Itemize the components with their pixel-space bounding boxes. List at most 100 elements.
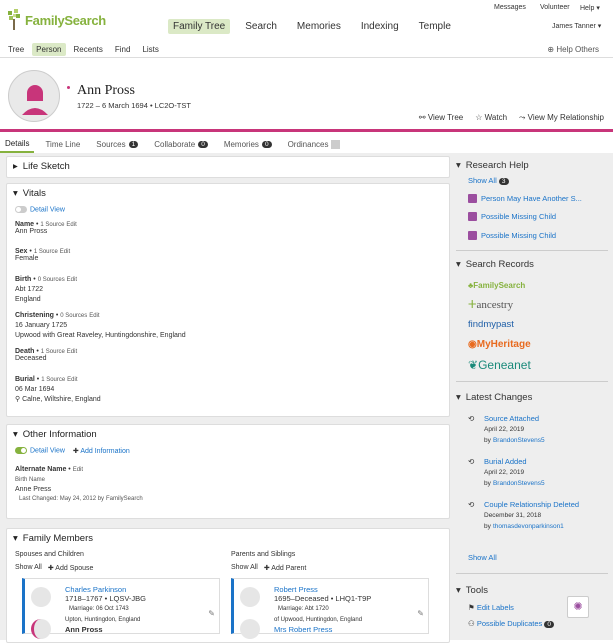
help-menu[interactable]: Help ▾ [580, 4, 600, 12]
subnav-recents[interactable]: Recents [70, 43, 107, 56]
field-value: 16 January 1725 [15, 322, 68, 329]
chevron-down-icon[interactable]: ▾ [13, 188, 18, 199]
chevron-down-icon[interactable]: ▾ [13, 533, 18, 544]
changes-show-all-link[interactable]: Show All [468, 553, 497, 562]
nav-indexing[interactable]: Indexing [356, 19, 404, 34]
edit-link[interactable]: Edit [67, 377, 77, 383]
site-name: Geneanet [478, 358, 531, 372]
nav-temple[interactable]: Temple [414, 19, 456, 34]
tool-label: Possible Duplicates [476, 619, 543, 628]
tab-ordinances[interactable]: Ordinances [283, 136, 346, 153]
research-show-all[interactable]: Show All 3 [468, 176, 509, 185]
marriage-date: Marriage: 06 Oct 1743 [69, 606, 129, 612]
findmypast-record-link[interactable]: findmypast [468, 319, 514, 330]
tools-header[interactable]: ▾ Tools [456, 585, 606, 596]
nav-memories[interactable]: Memories [292, 19, 346, 34]
change-user-link[interactable]: thomasdevonparkinson1 [493, 523, 564, 530]
help-others-button[interactable]: ⊕ Help Others [547, 45, 599, 54]
view-relationship-button[interactable]: ⤳ View My Relationship [519, 113, 604, 123]
change-history-icon: ⟲ [468, 414, 475, 423]
edit-link[interactable]: Edit [67, 277, 77, 283]
person-dates: 1722 – 6 March 1694 • LC2O-TST [77, 101, 191, 110]
add-information-button[interactable]: ✚ Add Information [73, 447, 130, 455]
lightbulb-icon[interactable]: ✺ [567, 596, 589, 618]
detail-view-toggle[interactable]: Detail View [15, 206, 65, 213]
life-sketch-card[interactable]: ▸ Life Sketch [6, 156, 450, 178]
edit-link[interactable]: Edit [73, 467, 83, 473]
duplicates-icon: ⚇ [468, 619, 477, 628]
familysearch-logo[interactable]: FamilySearch [6, 9, 106, 31]
last-changed-user-link[interactable]: FamilySearch [106, 496, 143, 502]
change-item: ⟲ Couple Relationship Deleted December 31,… [468, 500, 598, 532]
show-all-link[interactable]: Show All [231, 564, 258, 572]
change-history-icon: ⟲ [468, 457, 475, 466]
research-item[interactable]: Possible Missing Child [468, 212, 556, 221]
familysearch-record-link[interactable]: ♣FamilySearch [468, 281, 525, 290]
edit-link[interactable]: Edit [67, 349, 77, 355]
detail-view-label: Detail View [30, 206, 65, 214]
subnav-find[interactable]: Find [111, 43, 135, 56]
research-item[interactable]: Possible Missing Child [468, 231, 556, 240]
research-help-header[interactable]: ▾ Research Help [456, 160, 606, 171]
toggle-switch [15, 206, 27, 213]
chevron-down-icon[interactable]: ▾ [13, 429, 18, 440]
add-parent-button[interactable]: ✚ Add Parent [264, 564, 306, 572]
watch-button[interactable]: ☆ Watch [475, 113, 507, 123]
person-name-link[interactable]: Robert Press [274, 585, 318, 594]
geneanet-record-link[interactable]: ❦Geneanet [468, 358, 531, 372]
field-label: Death [15, 348, 35, 355]
detail-view-toggle[interactable]: Detail View [15, 447, 65, 455]
person-name-link[interactable]: Charles Parkinson [65, 585, 126, 594]
tab-time-line[interactable]: Time Line [40, 136, 85, 153]
change-title-link[interactable]: Couple Relationship Deleted [484, 500, 579, 509]
ancestry-record-link[interactable]: ⵜancestry [468, 298, 513, 311]
change-user-link[interactable]: BrandonStevens5 [493, 437, 545, 444]
field-label: Birth [15, 276, 32, 283]
research-item[interactable]: Person May Have Another S... [468, 194, 582, 203]
subnav-person[interactable]: Person [32, 43, 66, 56]
latest-changes-header[interactable]: ▾ Latest Changes [456, 392, 606, 403]
tab-details[interactable]: Details [0, 136, 35, 153]
edit-link[interactable]: Edit [89, 313, 99, 319]
change-title-link[interactable]: Source Attached [484, 414, 539, 423]
subnav-lists[interactable]: Lists [138, 43, 162, 56]
chevron-right-icon: ▸ [13, 161, 18, 172]
person-name-link[interactable]: Mrs Robert Press [274, 625, 332, 634]
edit-icon[interactable]: ✎ [417, 609, 424, 618]
count-badge: 3 [498, 178, 509, 185]
parents-couple-card[interactable]: Robert Press 1695–Deceased • LHQ1-T9P Marr… [231, 578, 429, 639]
edit-labels-tool[interactable]: ⚑ Edit Labels [468, 603, 514, 612]
tab-memories[interactable]: Memories 0 [219, 136, 277, 153]
add-spouse-button[interactable]: ✚ Add Spouse [48, 564, 94, 572]
main-nav: Family Tree Search Memories Indexing Tem… [168, 19, 456, 34]
tab-collaborate[interactable]: Collaborate 0 [149, 136, 213, 153]
myheritage-icon: ◉ [468, 339, 477, 350]
label-icon: ⚑ [468, 603, 477, 612]
field-place: England [15, 296, 41, 303]
edit-link[interactable]: Edit [66, 222, 76, 228]
edit-icon[interactable]: ✎ [208, 609, 215, 618]
section-title: Tools [465, 585, 488, 596]
change-by: by [484, 437, 491, 444]
edit-link[interactable]: Edit [60, 249, 70, 255]
nav-search[interactable]: Search [240, 19, 282, 34]
change-user-link[interactable]: BrandonStevens5 [493, 480, 545, 487]
add-parent-label: Add Parent [271, 565, 307, 572]
tab-sources[interactable]: Sources 1 [91, 136, 143, 153]
messages-link[interactable]: Messages [494, 4, 526, 11]
spouse-couple-card[interactable]: Charles Parkinson 1718–1767 • LQSV-JBG Mar… [22, 578, 220, 639]
view-relationship-label: View My Relationship [527, 113, 604, 122]
person-silhouette-icon [240, 619, 260, 639]
search-records-header[interactable]: ▾ Search Records [456, 259, 606, 270]
nav-family-tree[interactable]: Family Tree [168, 19, 231, 34]
change-title-link[interactable]: Burial Added [484, 457, 527, 466]
show-all-link[interactable]: Show All [15, 564, 42, 572]
myheritage-record-link[interactable]: ◉MyHeritage [468, 339, 531, 350]
count-badge: 0 [261, 141, 272, 148]
view-tree-button[interactable]: ⚯ View Tree [419, 113, 463, 123]
change-history-icon: ⟲ [468, 500, 475, 509]
subnav-tree[interactable]: Tree [4, 43, 28, 56]
user-menu[interactable]: James Tanner ▾ [552, 22, 601, 30]
possible-duplicates-tool[interactable]: ⚇ Possible Duplicates 0 [468, 619, 554, 628]
volunteer-link[interactable]: Volunteer [540, 4, 570, 11]
